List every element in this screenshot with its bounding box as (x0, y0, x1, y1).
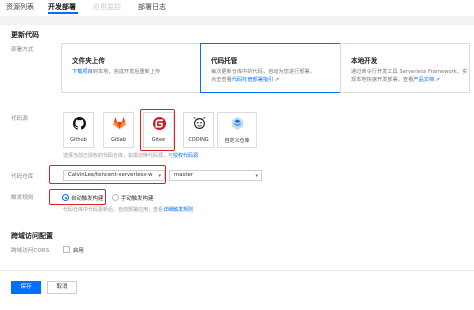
cors-enable-checkbox[interactable] (63, 246, 70, 253)
external-link-icon: ↗ (434, 77, 441, 83)
mode-desc: 下载项目到本地，完成开发后重新上传 (72, 69, 161, 75)
coding-icon (193, 117, 206, 129)
code-repo-label: 代码仓库 (11, 174, 34, 180)
active-tab-indicator (48, 12, 78, 14)
footer-divider (0, 270, 474, 271)
radio-manual-build[interactable] (112, 194, 119, 201)
repo-name: 自定义仓库 (224, 138, 250, 144)
deploy-mode-label: 部署方式 (11, 47, 34, 53)
tab-resource-list[interactable]: 资源列表 (6, 2, 34, 12)
download-project-link[interactable]: 下载项目 (72, 69, 93, 75)
cors-enable-label: 启用 (73, 248, 84, 254)
mode-title: 本地开发 (351, 57, 378, 65)
highlight-gitee (140, 109, 175, 151)
github-icon (73, 117, 86, 130)
gitlab-icon (113, 117, 126, 130)
chevron-down-icon: ▾ (255, 173, 258, 179)
repo-name: Github (70, 137, 87, 143)
trigger-label: 触发规则 (11, 195, 34, 201)
tab-app-monitor: 应用监控 (93, 3, 121, 11)
code-source-hint: 选择当前已授权的代码仓库，如需切换代码源，可授权代码源 (63, 153, 199, 159)
authorize-source-link[interactable]: 授权代码源 (173, 153, 198, 159)
code-source-label: 代码源 (11, 116, 28, 122)
repo-coding[interactable]: CODING (183, 112, 214, 148)
highlight-auto-build (49, 189, 106, 205)
tab-deploy-log[interactable]: 部署日志 (138, 2, 166, 12)
external-link-icon: ↗ (273, 77, 280, 83)
trigger-hint: 代码仓库中代码更新后，自动部署应用，查看详细触发规则 (63, 207, 194, 213)
save-button[interactable]: 保存 (11, 281, 41, 294)
mode-title: 文件夹上传 (72, 57, 105, 65)
tab-dev-deploy[interactable]: 开发部署 (48, 2, 76, 12)
product-docs-link[interactable]: 产品文档 (413, 77, 434, 83)
mode-card-code-hosting[interactable]: 代码托管 每次更新仓库中的代码，自动为您进行部署， 点击查看代码托管部署指引 ↗ (200, 43, 341, 93)
tab-bar: 资源列表 开发部署 应用监控 部署日志 (0, 0, 474, 16)
section-title-cors: 跨域访问配置 (11, 232, 53, 240)
repo-github[interactable]: Github (63, 112, 94, 148)
mode-card-local-dev[interactable]: 本地开发 通过命令行开发工具 Serverless Framework，实 现本… (340, 43, 470, 93)
radio-manual-build-label: 手动触发构建 (121, 196, 154, 202)
repo-custom[interactable]: 自定义仓库 (217, 112, 257, 148)
cors-label: 跨域访问CORS (11, 248, 50, 254)
mode-card-folder-upload[interactable]: 文件夹上传 下载项目到本地，完成开发后重新上传 (61, 43, 201, 93)
repo-gitlab[interactable]: Gitlab (103, 112, 134, 148)
trigger-rules-link[interactable]: 详细触发规则 (163, 207, 193, 213)
highlight-repo-select (49, 165, 166, 184)
branch-select[interactable]: master ▾ (169, 170, 262, 181)
cancel-button[interactable]: 取消 (47, 281, 77, 294)
custom-repo-icon (231, 117, 244, 130)
section-title-update-code: 更新代码 (11, 31, 39, 39)
mode-desc: 通过命令行开发工具 Serverless Framework，实 现本地快速开发… (351, 69, 468, 83)
mode-title: 代码托管 (211, 57, 238, 65)
repo-name: Gitlab (111, 137, 126, 143)
mode-desc: 每次更新仓库中的代码，自动为您进行部署， 点击查看代码托管部署指引 ↗ (211, 69, 315, 83)
repo-name: CODING (188, 137, 209, 143)
code-hosting-guide-link[interactable]: 代码托管部署指引 (232, 77, 274, 83)
